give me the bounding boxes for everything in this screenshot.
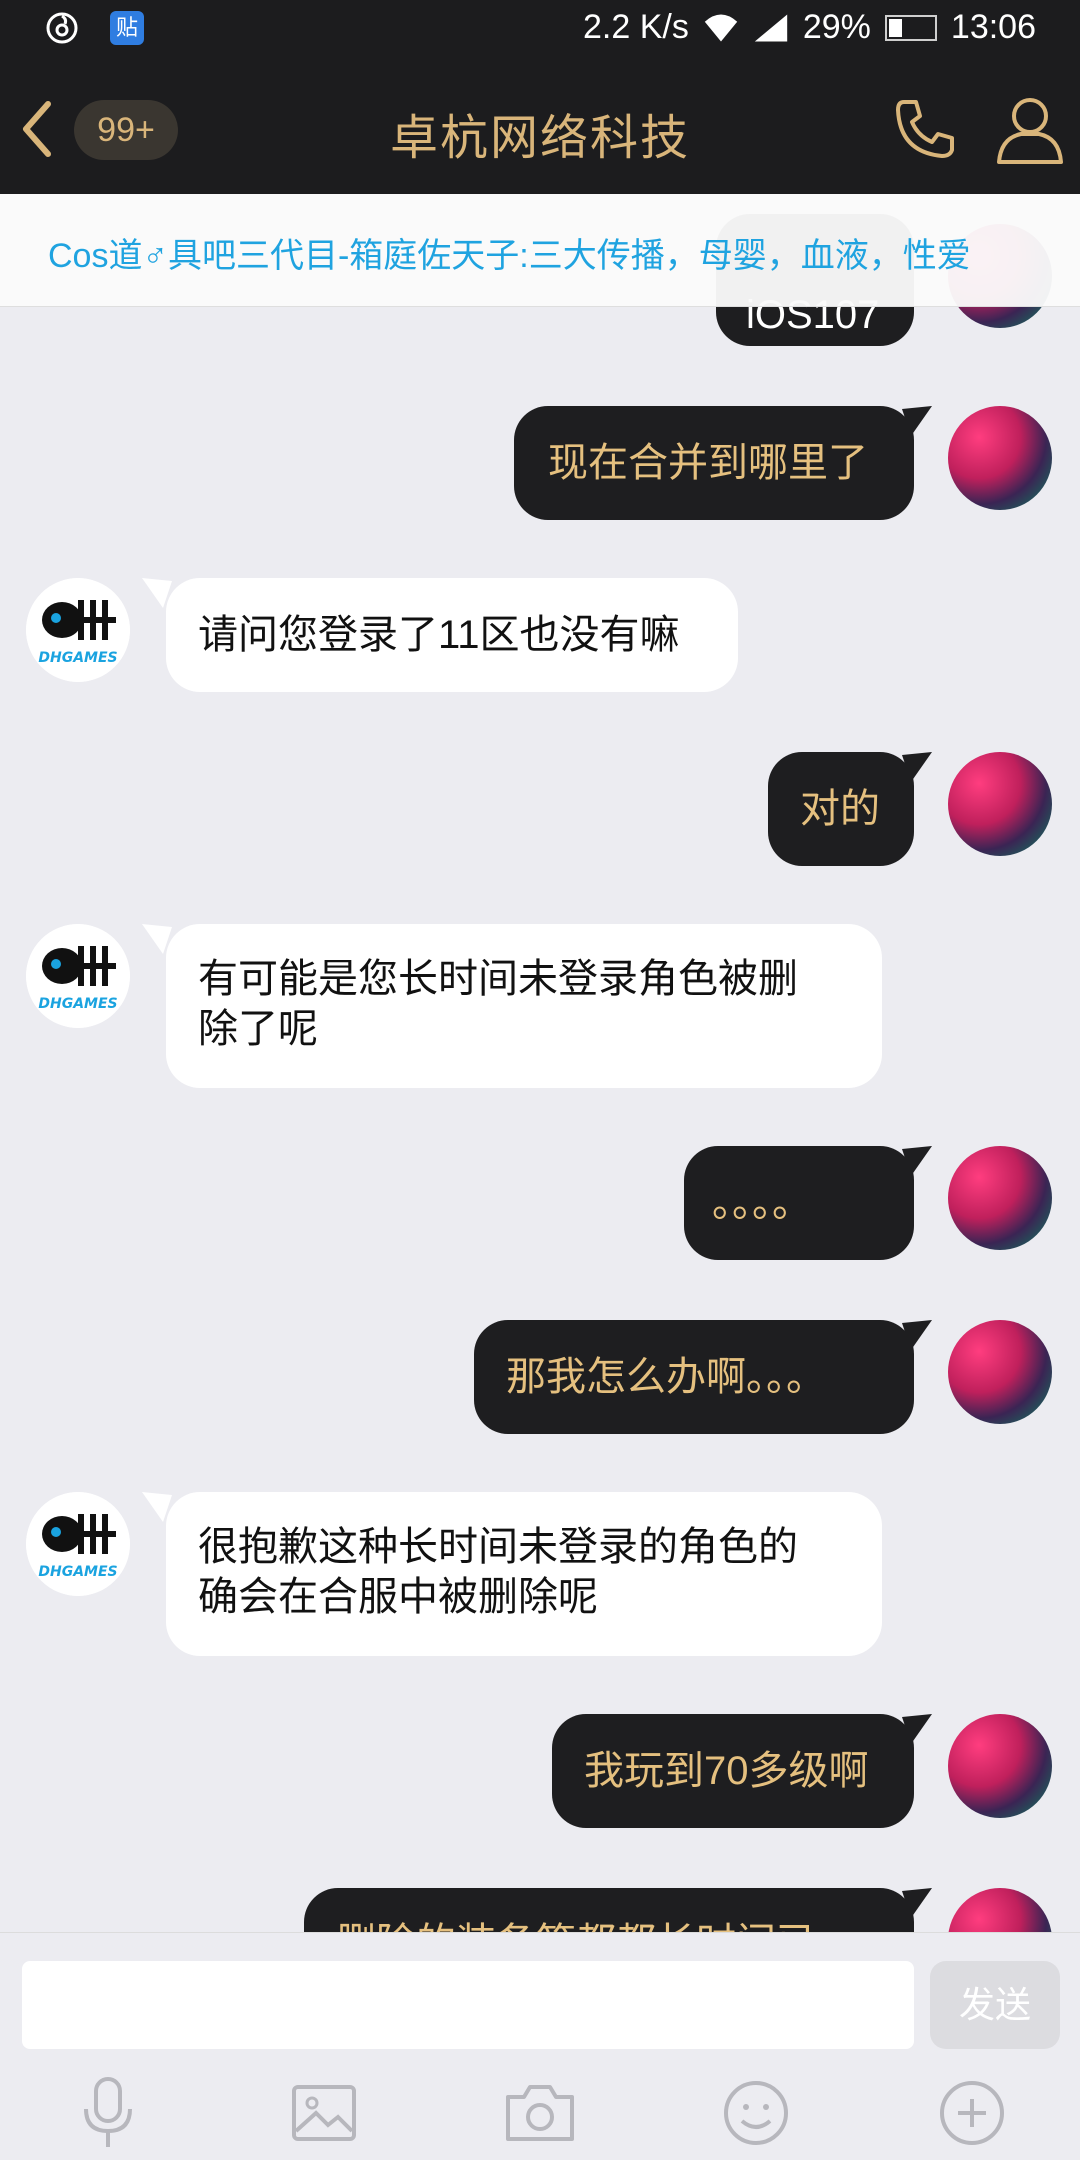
logo-text: DHGAMES [38,1564,117,1580]
message-bubble[interactable]: 现在合并到哪里了 [514,406,914,520]
message-line: 有可能是您长时间未登录角色被删 [198,957,798,1001]
battery-percent: 29% [802,8,871,46]
message-bubble[interactable]: 对的 [768,752,914,866]
send-button[interactable]: 发送 [930,1961,1060,2049]
image-icon [292,2085,356,2141]
avatar[interactable]: DHGAMES [26,1492,130,1596]
message-list[interactable]: iOS107 现在合并到哪里了 DHGAMES 请问您登录了11区也没有嘛 对的… [0,194,1080,1932]
emoji-button[interactable] [718,2075,794,2151]
phone-icon [896,100,954,158]
dhgames-logo-icon: DHGAMES [26,924,130,1028]
avatar[interactable]: DHGAMES [26,578,130,682]
plus-icon [940,2081,1004,2145]
message-bubble[interactable]: 。。。。 [684,1146,914,1260]
more-button[interactable] [934,2075,1010,2151]
call-button[interactable] [890,94,960,164]
image-button[interactable] [286,2075,362,2151]
chat-header: 99+ 卓杭网络科技 [0,64,1080,194]
microphone-icon [84,2077,132,2147]
voice-button[interactable] [70,2075,146,2151]
logo-text: DHGAMES [38,650,117,666]
logo-text: DHGAMES [38,996,117,1012]
tieba-icon: 贴 [110,11,144,45]
message-bubble[interactable]: 请问您登录了11区也没有嘛 [166,578,738,692]
status-bar: 贴 2.2 K/s 29% 13:06 [0,0,1080,64]
avatar[interactable] [948,1320,1052,1424]
message-bubble[interactable]: 有可能是您长时间未登录角色被删 除了呢 [166,924,882,1088]
announcement-banner[interactable]: Cos道♂具吧三代目-箱庭佐天子:三大传播，母婴，血液，性爱 [0,194,1080,307]
message-line: 除了呢 [198,1007,318,1051]
avatar[interactable] [948,752,1052,856]
camera-button[interactable] [502,2075,578,2151]
signal-icon [753,10,789,46]
avatar[interactable] [948,406,1052,510]
composer: 发送 [0,1932,1080,2160]
person-icon [997,98,1063,164]
chat-screen: 贴 2.2 K/s 29% 13:06 99+ 卓杭网络科技 iOS107 现在… [0,0,1080,2160]
message-line: 确会在合服中被删除呢 [198,1575,598,1619]
netease-music-icon [44,10,80,46]
message-bubble[interactable]: 我玩到70多级啊 [552,1714,914,1828]
camera-icon [506,2085,574,2141]
message-bubble[interactable]: 那我怎么办啊。。。 [474,1320,914,1434]
profile-button[interactable] [995,92,1065,166]
dhgames-logo-icon: DHGAMES [26,578,130,682]
emoji-icon [724,2081,788,2145]
avatar[interactable]: DHGAMES [26,924,130,1028]
announcement-text: Cos道♂具吧三代目-箱庭佐天子:三大传播，母婴，血液，性爱 [48,237,971,275]
dhgames-logo-icon: DHGAMES [26,1492,130,1596]
avatar[interactable] [948,1888,1052,1932]
wifi-icon [703,10,739,46]
clock: 13:06 [950,8,1036,46]
message-input[interactable] [22,1961,914,2049]
message-bubble[interactable]: 删除的装备等都都长时间已 [304,1888,914,1932]
battery-icon [884,14,937,41]
message-line: 很抱歉这种长时间未登录的角色的 [198,1525,798,1569]
avatar[interactable] [948,1146,1052,1250]
network-speed: 2.2 K/s [583,8,689,46]
message-bubble[interactable]: 很抱歉这种长时间未登录的角色的 确会在合服中被删除呢 [166,1492,882,1656]
avatar[interactable] [948,1714,1052,1818]
